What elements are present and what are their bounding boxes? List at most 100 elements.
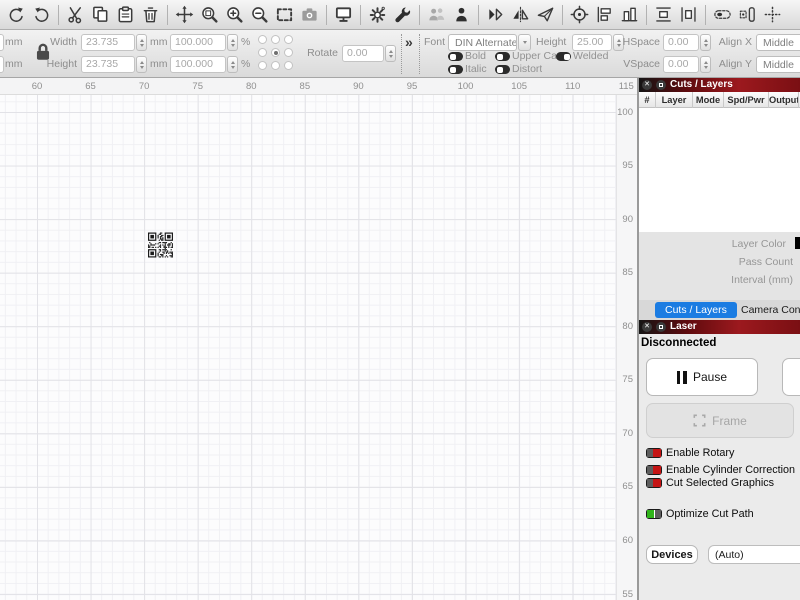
camera-capture-icon[interactable] [297, 2, 322, 28]
h-ruler-label: 60 [32, 81, 43, 92]
click-to-position-icon[interactable] [760, 2, 785, 28]
font-select[interactable]: DIN Alternate [448, 34, 517, 51]
column-header[interactable]: Layer [656, 92, 693, 108]
cut-icon[interactable] [63, 2, 88, 28]
toggle-enable-rotary[interactable]: Enable Rotary [646, 447, 734, 459]
laser-panel-header: ✕ Laser [639, 320, 800, 334]
rotate-spinner[interactable] [385, 45, 396, 62]
toolbar-separator [562, 5, 563, 25]
distribute-vertical-icon[interactable] [676, 2, 701, 28]
zoom-in-icon[interactable] [222, 2, 247, 28]
connection-status: Disconnected [641, 337, 716, 349]
h-ruler-label: 115 [619, 81, 634, 92]
undo-icon[interactable] [4, 2, 29, 28]
toggle-enable-cylinder-correction[interactable]: Enable Cylinder Correction [646, 464, 795, 476]
toggle-switch-icon[interactable] [646, 465, 662, 475]
workspace-canvas[interactable]: 100959085807570656055 [0, 95, 637, 600]
toggle-switch-icon[interactable] [646, 509, 662, 519]
delete-icon[interactable] [138, 2, 163, 28]
move-to-position-icon[interactable] [735, 2, 760, 28]
user-icon[interactable] [449, 2, 474, 28]
hspace-input[interactable]: 0.00 [663, 34, 699, 51]
column-header[interactable]: Mode [693, 92, 724, 108]
width-spinner[interactable] [136, 34, 147, 51]
x-position-field[interactable] [0, 34, 4, 51]
cuts-detail-area: Layer Color Pass Count Interval (mm) [639, 232, 800, 300]
pan-icon[interactable] [172, 2, 197, 28]
mirror-across-line-icon[interactable] [508, 2, 533, 28]
cuts-layer-list[interactable] [639, 108, 800, 232]
vspace-input[interactable]: 0.00 [663, 56, 699, 73]
close-icon[interactable]: ✕ [642, 80, 652, 90]
flip-horizontal-icon[interactable] [483, 2, 508, 28]
anchor-point-grid[interactable] [258, 35, 293, 70]
preview-icon[interactable] [331, 2, 356, 28]
bold-label: Bold [465, 51, 486, 62]
device-select[interactable]: (Auto) [708, 545, 800, 564]
column-header[interactable]: # [639, 92, 656, 108]
width-percent-input[interactable]: 100.000 [170, 34, 226, 51]
undock-icon[interactable] [656, 80, 666, 90]
settings-icon[interactable] [365, 2, 390, 28]
stop-button[interactable] [782, 358, 800, 396]
welded-label: Welded [573, 51, 608, 62]
laser-panel-title: Laser [670, 320, 697, 334]
align-y-select[interactable]: Middle [756, 56, 800, 73]
zoom-out-icon[interactable] [247, 2, 272, 28]
hspace-spinner[interactable] [700, 34, 711, 51]
x-unit-label: mm [5, 34, 23, 51]
distribute-horizontal-icon[interactable] [651, 2, 676, 28]
layer-color-swatch[interactable] [795, 237, 800, 249]
y-position-field[interactable] [0, 56, 4, 73]
panel-tabs: Cuts / Layers Camera Control [639, 300, 800, 320]
redo-icon[interactable] [29, 2, 54, 28]
frame-button[interactable]: Frame [646, 403, 794, 438]
undock-icon[interactable] [656, 322, 666, 332]
layer-color-label: Layer Color [732, 238, 786, 250]
welded-toggle[interactable] [556, 52, 571, 61]
h-ruler-label: 65 [85, 81, 96, 92]
width-label: Width [44, 34, 77, 51]
tab-camera-control[interactable]: Camera Control [741, 302, 800, 318]
multi-user-icon[interactable] [424, 2, 449, 28]
zoom-to-page-icon[interactable] [197, 2, 222, 28]
column-header[interactable]: Output [769, 92, 799, 108]
main-toolbar [0, 0, 800, 30]
paste-icon[interactable] [113, 2, 138, 28]
vspace-spinner[interactable] [700, 56, 711, 73]
devices-button[interactable]: Devices [646, 545, 698, 564]
toggle-optimize-cut-path[interactable]: Optimize Cut Path [646, 508, 754, 520]
send-to-laser-icon[interactable] [533, 2, 558, 28]
height-percent-input[interactable]: 100.000 [170, 56, 226, 73]
move-selection-icon[interactable] [710, 2, 735, 28]
height-input[interactable]: 23.735 [81, 56, 135, 73]
pause-button[interactable]: Pause [646, 358, 758, 396]
font-height-input[interactable]: 25.00 [572, 34, 612, 51]
distort-toggle[interactable] [495, 65, 510, 74]
font-dropdown-button[interactable] [518, 34, 531, 51]
bold-toggle[interactable] [448, 52, 463, 61]
toggle-switch-icon[interactable] [646, 478, 662, 488]
upper-case-toggle[interactable] [495, 52, 510, 61]
align-x-select[interactable]: Middle [756, 34, 800, 51]
expand-toolbar-chevron[interactable]: » [405, 34, 413, 50]
device-settings-icon[interactable] [390, 2, 415, 28]
toolbar-separator [360, 5, 361, 25]
tab-cuts-layers[interactable]: Cuts / Layers [655, 302, 737, 318]
height-spinner[interactable] [136, 56, 147, 73]
toggle-cut-selected-graphics[interactable]: Cut Selected Graphics [646, 477, 774, 489]
height-percent-spinner[interactable] [227, 56, 238, 73]
align-horizontal-icon[interactable] [592, 2, 617, 28]
align-vertical-icon[interactable] [617, 2, 642, 28]
show-origin-icon[interactable] [567, 2, 592, 28]
italic-toggle[interactable] [448, 65, 463, 74]
copy-icon[interactable] [88, 2, 113, 28]
width-percent-spinner[interactable] [227, 34, 238, 51]
rotate-input[interactable]: 0.00 [342, 45, 384, 62]
frame-selection-icon[interactable] [272, 2, 297, 28]
close-icon[interactable]: ✕ [642, 322, 652, 332]
width-input[interactable]: 23.735 [81, 34, 135, 51]
column-header[interactable]: Spd/Pwr [724, 92, 769, 108]
qr-object[interactable] [148, 232, 173, 258]
toggle-switch-icon[interactable] [646, 448, 662, 458]
